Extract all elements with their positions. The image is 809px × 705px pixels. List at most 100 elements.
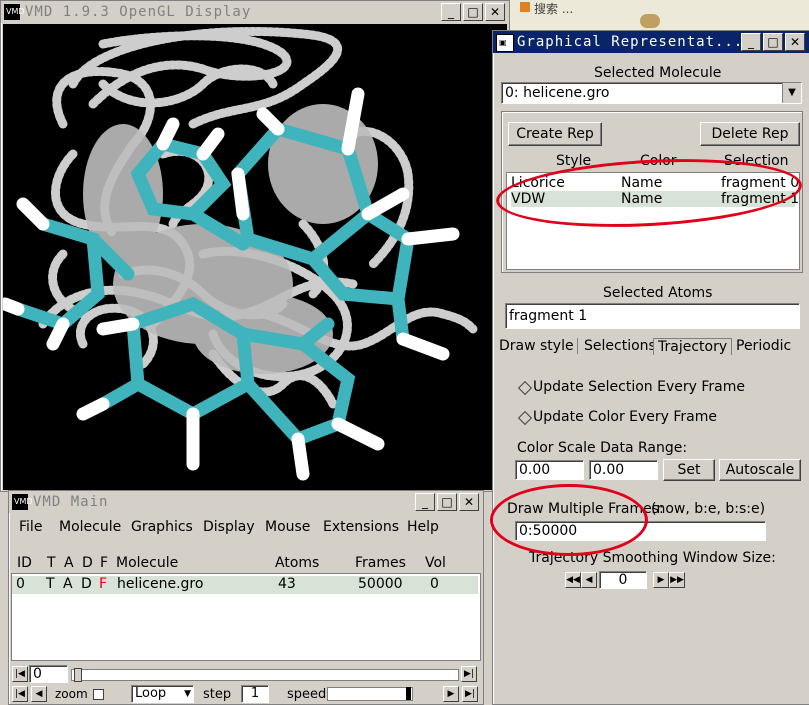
selected-molecule-value: 0: helicene.gro bbox=[505, 85, 610, 101]
app-icon bbox=[520, 2, 530, 12]
speed-slider[interactable] bbox=[327, 687, 413, 701]
table-row[interactable]: 0 T A D F helicene.gro 43 50000 0 bbox=[12, 576, 478, 594]
menu-help[interactable]: Help bbox=[407, 519, 439, 535]
step-back-icon[interactable]: |◀ bbox=[12, 686, 28, 702]
graphrep-titlebar[interactable]: ▣ Graphical Representat... _ □ ✕ bbox=[493, 31, 809, 53]
speed-handle[interactable] bbox=[406, 687, 411, 700]
menu-graphics[interactable]: Graphics bbox=[131, 519, 193, 535]
selected-molecule-label: Selected Molecule bbox=[594, 65, 722, 81]
maximize-icon[interactable]: □ bbox=[763, 33, 783, 51]
vmd-app-icon: VMD bbox=[4, 4, 25, 20]
set-button[interactable]: Set bbox=[663, 459, 715, 481]
tab-periodic[interactable]: Periodic bbox=[731, 338, 791, 354]
decorative-icon bbox=[640, 14, 660, 28]
step-label: step bbox=[203, 687, 232, 702]
menu-molecule[interactable]: Molecule bbox=[59, 519, 121, 535]
smoothing-input[interactable]: 0 bbox=[599, 571, 647, 589]
selected-molecule-select[interactable]: 0: helicene.gro ▼ bbox=[501, 82, 802, 104]
selected-atoms-input[interactable]: fragment 1 bbox=[505, 303, 800, 329]
menu-file[interactable]: File bbox=[19, 519, 42, 535]
mol-active-toggle[interactable]: A bbox=[63, 576, 73, 592]
zoom-label: zoom bbox=[55, 687, 88, 701]
increment-icon[interactable]: ▶ bbox=[653, 572, 669, 588]
draw-multiple-hint: (now, b:e, b:s:e) bbox=[651, 501, 766, 517]
close-icon[interactable]: ✕ bbox=[459, 493, 479, 511]
main-menubar: File Molecule Graphics Display Mouse Ext… bbox=[11, 517, 479, 539]
graphical-representations-window: ▣ Graphical Representat... _ □ ✕ Selecte… bbox=[492, 30, 809, 705]
last-icon[interactable]: ▶▶ bbox=[669, 572, 685, 588]
zoom-checkbox[interactable] bbox=[93, 689, 104, 700]
col-t: T bbox=[47, 555, 56, 571]
menu-mouse[interactable]: Mouse bbox=[265, 519, 310, 535]
tab-selections[interactable]: Selections bbox=[577, 338, 656, 354]
first-icon[interactable]: ◀◀ bbox=[565, 572, 581, 588]
create-rep-button[interactable]: Create Rep bbox=[508, 122, 602, 146]
range-min-input[interactable]: 0.00 bbox=[515, 460, 584, 480]
mol-vol: 0 bbox=[430, 576, 439, 592]
col-molecule: Molecule bbox=[116, 555, 179, 571]
autoscale-button[interactable]: Autoscale bbox=[719, 459, 801, 481]
close-icon[interactable]: ✕ bbox=[785, 33, 805, 51]
update-selection-label: Update Selection Every Frame bbox=[533, 379, 745, 395]
update-color-label: Update Color Every Frame bbox=[533, 409, 718, 425]
display-title: VMD 1.9.3 OpenGL Display bbox=[25, 4, 252, 20]
play-forward-icon[interactable]: ▶ bbox=[443, 686, 459, 702]
opengl-canvas[interactable] bbox=[3, 24, 507, 490]
minimize-icon[interactable]: _ bbox=[741, 33, 761, 51]
play-reverse-icon[interactable]: ◀ bbox=[31, 686, 47, 702]
mol-frames: 50000 bbox=[358, 576, 403, 592]
col-f: F bbox=[100, 555, 109, 571]
col-frames: Frames bbox=[355, 555, 406, 571]
mol-atoms: 43 bbox=[278, 576, 296, 592]
frame-slider[interactable] bbox=[71, 668, 459, 682]
mol-drawn-toggle[interactable]: D bbox=[81, 576, 92, 592]
minimize-icon[interactable]: _ bbox=[415, 493, 435, 511]
graphrep-title: Graphical Representat... bbox=[517, 34, 744, 50]
mol-top-toggle[interactable]: T bbox=[46, 576, 55, 592]
molecule-render bbox=[3, 26, 478, 481]
maximize-icon[interactable]: □ bbox=[437, 493, 457, 511]
mol-name: helicene.gro bbox=[117, 576, 204, 592]
background-tab-text: 搜索 ... bbox=[534, 2, 574, 16]
molecule-list-header: ID T A D F Molecule Atoms Frames Vol bbox=[11, 555, 479, 573]
molecule-list[interactable]: 0 T A D F helicene.gro 43 50000 0 bbox=[11, 573, 481, 661]
chevron-down-icon[interactable]: ▼ bbox=[782, 83, 801, 103]
opengl-display-window: VMD VMD 1.9.3 OpenGL Display _ □ ✕ bbox=[0, 0, 510, 492]
step-forward-icon[interactable]: ▶| bbox=[462, 686, 478, 702]
vmd-app-icon: ▣ bbox=[496, 34, 514, 52]
vmd-app-icon: VMD bbox=[12, 494, 33, 510]
delete-rep-button[interactable]: Delete Rep bbox=[700, 122, 800, 146]
first-frame-icon[interactable]: |◀ bbox=[12, 666, 28, 682]
chevron-down-icon: ▼ bbox=[184, 689, 191, 699]
tab-trajectory[interactable]: Trajectory bbox=[653, 338, 733, 355]
rep-tabs: Draw style Selections Trajectory Periodi… bbox=[499, 338, 799, 358]
slider-handle[interactable] bbox=[74, 668, 82, 682]
annotation-circle-draw-multiple bbox=[490, 484, 648, 556]
frame-input[interactable]: 0 bbox=[29, 665, 68, 683]
close-icon[interactable]: ✕ bbox=[485, 3, 505, 21]
selected-atoms-label: Selected Atoms bbox=[603, 285, 713, 301]
minimize-icon[interactable]: _ bbox=[441, 3, 461, 21]
col-id: ID bbox=[17, 555, 32, 571]
vmd-main-window: VMD VMD Main _ □ ✕ File Molecule Graphic… bbox=[8, 490, 484, 705]
maximize-icon[interactable]: □ bbox=[463, 3, 483, 21]
loop-value: Loop bbox=[135, 686, 167, 701]
update-color-radio[interactable] bbox=[517, 410, 533, 426]
color-scale-label: Color Scale Data Range: bbox=[517, 440, 688, 456]
menu-extensions[interactable]: Extensions bbox=[323, 519, 399, 535]
last-frame-icon[interactable]: ▶| bbox=[461, 666, 477, 682]
main-titlebar[interactable]: VMD VMD Main _ □ ✕ bbox=[9, 491, 483, 513]
loop-select[interactable]: Loop ▼ bbox=[131, 685, 194, 703]
tab-draw-style[interactable]: Draw style bbox=[499, 338, 574, 354]
mol-fixed-toggle[interactable]: F bbox=[99, 576, 107, 592]
mol-id: 0 bbox=[16, 576, 25, 592]
display-titlebar[interactable]: VMD VMD 1.9.3 OpenGL Display _ □ ✕ bbox=[1, 1, 509, 23]
range-max-input[interactable]: 0.00 bbox=[589, 460, 658, 480]
background-window-strip: 搜索 ... bbox=[510, 0, 809, 31]
menu-display[interactable]: Display bbox=[203, 519, 255, 535]
update-selection-radio[interactable] bbox=[517, 380, 533, 396]
decrement-icon[interactable]: ◀ bbox=[581, 572, 597, 588]
col-atoms: Atoms bbox=[275, 555, 320, 571]
step-input[interactable]: 1 bbox=[241, 685, 269, 703]
col-d: D bbox=[82, 555, 93, 571]
